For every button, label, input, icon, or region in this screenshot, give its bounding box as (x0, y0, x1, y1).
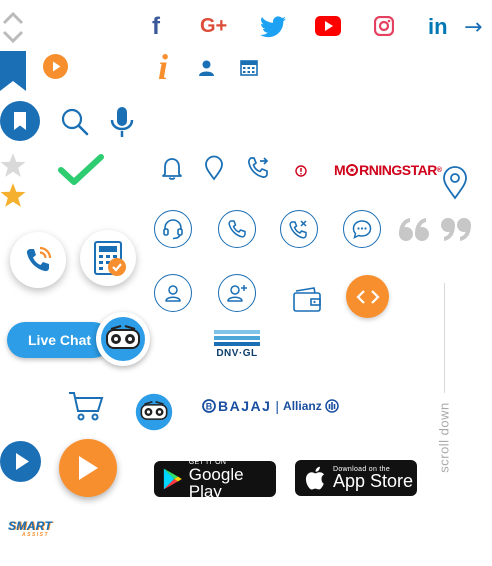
bookmark-icon[interactable] (0, 51, 26, 91)
star-empty-icon[interactable] (0, 152, 26, 178)
linkedin-icon[interactable]: in (428, 14, 448, 40)
angle-brackets-icon (355, 289, 380, 304)
alert-icon[interactable] (295, 165, 307, 177)
call-outline-button[interactable] (218, 210, 256, 248)
assist-text: ASSIST (22, 532, 50, 538)
allianz-eagle-icon (324, 399, 339, 413)
chatbot-avatar[interactable] (96, 312, 150, 366)
chat-bubble-icon (352, 220, 372, 239)
bell-icon[interactable] (161, 156, 183, 180)
chevron-updown-icon[interactable] (2, 10, 24, 44)
quote-icon (398, 214, 472, 244)
robot-face-icon (101, 317, 145, 361)
scroll-divider (444, 283, 445, 393)
morningstar-text-left: M (334, 162, 346, 178)
morningstar-logo: M RNINGSTAR ® (334, 162, 442, 178)
google-play-big-text: Google Play (188, 464, 244, 501)
twitter-icon[interactable] (260, 16, 286, 38)
location-pin-icon[interactable] (204, 155, 224, 181)
microphone-icon[interactable] (110, 106, 134, 138)
morningstar-text-right: RNINGSTAR (359, 162, 437, 178)
play-blue-icon[interactable] (0, 441, 41, 482)
bajaj-allianz-logo: B BAJAJ | Allianz (202, 398, 339, 414)
play-small-icon[interactable] (43, 54, 68, 79)
chat-button[interactable] (343, 210, 381, 248)
instagram-icon[interactable] (374, 16, 394, 36)
phone-cancel-icon (289, 220, 307, 239)
scroll-down-label[interactable]: scroll down (437, 398, 452, 478)
bookmark-circle-icon[interactable] (0, 101, 40, 141)
play-icon (79, 456, 98, 480)
calculator-icon (94, 241, 126, 276)
phone-forward-icon[interactable] (246, 156, 270, 180)
arrow-right-icon[interactable]: → (464, 15, 482, 40)
live-chat-label: Live Chat (28, 332, 92, 348)
play-large-button[interactable] (59, 439, 117, 497)
search-icon[interactable] (61, 108, 89, 136)
headset-button[interactable] (154, 210, 192, 248)
allianz-text: Allianz (283, 399, 322, 413)
person-icon[interactable] (199, 60, 214, 76)
star-filled-icon[interactable] (0, 182, 26, 208)
chatbot-small-icon[interactable] (135, 393, 173, 431)
dnv-gl-text: DNV·GL (216, 348, 258, 359)
headset-icon (163, 219, 183, 240)
call-button[interactable] (10, 232, 66, 288)
bajaj-divider: | (275, 398, 280, 414)
calculator-button[interactable] (80, 230, 136, 286)
profile-button[interactable] (154, 274, 192, 312)
bajaj-b-icon: B (202, 399, 216, 413)
end-call-button[interactable] (280, 210, 318, 248)
wallet-icon[interactable] (292, 287, 322, 313)
add-user-button[interactable] (218, 274, 256, 312)
smart-text: SMART (8, 519, 52, 533)
map-pin-large-icon[interactable] (442, 166, 468, 200)
smart-assist-logo: SMART ASSIST (8, 519, 52, 538)
app-store-big-text: App Store (333, 471, 414, 491)
youtube-icon[interactable] (315, 16, 341, 36)
dnv-gl-logo: DNV·GL (214, 330, 260, 359)
user-icon (165, 285, 181, 302)
app-store-badge[interactable]: Download on the App Store (295, 460, 417, 496)
checkmark-icon (58, 153, 104, 187)
add-user-icon (227, 285, 247, 302)
apple-icon (305, 466, 324, 490)
phone-icon (228, 220, 246, 238)
google-plus-icon[interactable]: G+ (200, 15, 227, 38)
google-play-icon (163, 468, 182, 490)
info-icon[interactable]: i (158, 46, 168, 88)
calendar-icon[interactable] (240, 59, 258, 76)
cart-icon[interactable] (68, 390, 104, 422)
phone-ringing-icon (26, 246, 52, 272)
code-button[interactable] (346, 275, 389, 318)
bajaj-text: BAJAJ (218, 398, 272, 414)
svg-text:B: B (206, 402, 213, 412)
registered-mark: ® (436, 166, 442, 174)
facebook-icon[interactable]: f (152, 13, 170, 41)
morningstar-o-icon (346, 164, 359, 176)
google-play-badge[interactable]: GET IT ON Google Play (154, 459, 276, 501)
